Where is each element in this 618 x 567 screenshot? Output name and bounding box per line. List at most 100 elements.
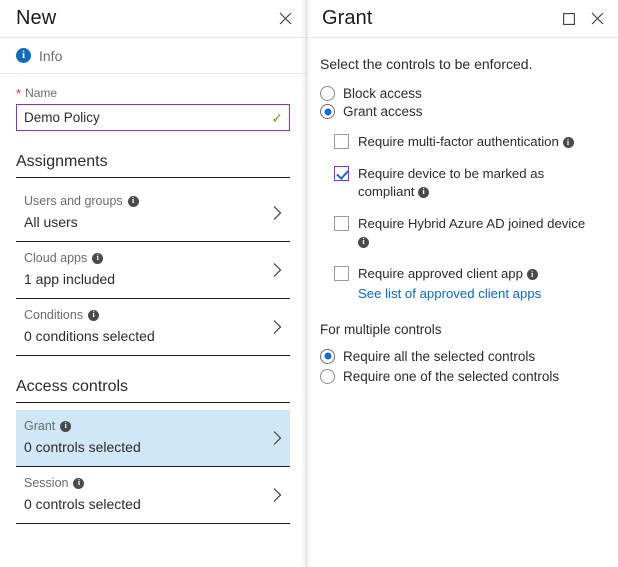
section-title-assignments: Assignments — [16, 153, 290, 178]
valid-check-icon: ✓ — [271, 111, 283, 125]
checkbox-icon — [334, 216, 349, 231]
session-label-text: Session — [24, 475, 68, 492]
session-label: Session i — [24, 475, 260, 492]
multiple-controls-radios: Require all the selected controls Requir… — [320, 349, 604, 384]
close-icon — [279, 12, 292, 25]
cloud-apps-label-text: Cloud apps — [24, 250, 87, 267]
sidebar-item-cloud-apps[interactable]: Cloud apps i 1 app included — [16, 242, 290, 299]
radio-block-access[interactable]: Block access — [320, 86, 604, 101]
access-controls-section: Access controls Grant i 0 controls selec… — [0, 378, 306, 524]
chevron-right-icon — [273, 431, 282, 446]
conditions-value: 0 conditions selected — [24, 327, 260, 345]
name-input[interactable] — [17, 105, 289, 130]
grant-value: 0 controls selected — [24, 438, 260, 456]
close-button[interactable] — [272, 6, 298, 32]
conditions-label-text: Conditions — [24, 307, 83, 324]
checkbox-require-compliant-device-text: Require device to be marked as compliant — [358, 166, 544, 198]
grant-label: Grant i — [24, 418, 260, 435]
approved-client-apps-link[interactable]: See list of approved client apps — [358, 285, 541, 302]
required-asterisk: * — [16, 87, 21, 100]
checkbox-icon — [334, 134, 349, 149]
chevron-right-icon — [273, 488, 282, 503]
radio-require-all-controls-label: Require all the selected controls — [343, 349, 535, 364]
grant-title: Grant — [322, 8, 556, 30]
users-and-groups-value: All users — [24, 213, 260, 231]
info-icon[interactable]: i — [88, 310, 99, 321]
grant-intro-text: Select the controls to be enforced. — [320, 56, 604, 72]
checkbox-require-compliant-device-label: Require device to be marked as compliant… — [358, 165, 590, 200]
checkbox-require-mfa-label: Require multi-factor authentication i — [358, 133, 574, 150]
checkbox-icon — [334, 266, 349, 281]
grant-blade: Grant Select the controls to be enforced… — [306, 0, 618, 567]
checkbox-checked-icon — [334, 166, 349, 181]
radio-icon — [320, 369, 335, 384]
sidebar-item-users-and-groups[interactable]: Users and groups i All users — [16, 185, 290, 242]
sidebar-item-session[interactable]: Session i 0 controls selected — [16, 467, 290, 524]
info-strip[interactable]: i Info — [0, 38, 306, 74]
checkbox-require-hybrid-text: Require Hybrid Azure AD joined device — [358, 216, 585, 231]
conditions-label: Conditions i — [24, 307, 260, 324]
radio-icon — [320, 86, 335, 101]
grant-header: Grant — [306, 0, 618, 38]
radio-require-all-controls[interactable]: Require all the selected controls — [320, 349, 604, 364]
cloud-apps-label: Cloud apps i — [24, 250, 260, 267]
info-icon[interactable]: i — [128, 196, 139, 207]
checkbox-require-compliant-device[interactable]: Require device to be marked as compliant… — [334, 165, 604, 200]
info-icon[interactable]: i — [73, 478, 84, 489]
close-icon — [591, 12, 604, 25]
sidebar-item-conditions[interactable]: Conditions i 0 conditions selected — [16, 299, 290, 356]
name-label-text: Name — [25, 86, 57, 100]
checkbox-require-hybrid-azure-ad-joined-device[interactable]: Require Hybrid Azure AD joined device i — [334, 215, 604, 250]
conditions-text: Conditions i 0 conditions selected — [24, 307, 260, 345]
info-icon[interactable]: i — [418, 187, 429, 198]
assignments-section: Assignments Users and groups i All users… — [0, 153, 306, 356]
radio-block-access-label: Block access — [343, 86, 422, 101]
page-title: New — [16, 8, 272, 30]
maximize-button[interactable] — [556, 6, 582, 32]
grant-controls-list: Require multi-factor authentication i Re… — [320, 133, 604, 302]
users-and-groups-label-text: Users and groups — [24, 193, 123, 210]
conditional-access-window: New i Info * Name ✓ — [0, 0, 618, 567]
cloud-apps-text: Cloud apps i 1 app included — [24, 250, 260, 288]
chevron-right-icon — [273, 206, 282, 221]
new-policy-header-buttons — [272, 6, 298, 32]
chevron-right-icon — [273, 320, 282, 335]
cloud-apps-value: 1 app included — [24, 270, 260, 288]
name-field-label: * Name — [16, 86, 290, 100]
name-input-wrapper: ✓ — [16, 104, 290, 131]
grant-text: Grant i 0 controls selected — [24, 418, 260, 456]
users-and-groups-label: Users and groups i — [24, 193, 260, 210]
grant-body: Select the controls to be enforced. Bloc… — [306, 38, 618, 384]
radio-require-one-control[interactable]: Require one of the selected controls — [320, 369, 604, 384]
checkbox-require-approved-client-app[interactable]: Require approved client app i See list o… — [334, 265, 604, 302]
name-field-block: * Name ✓ — [0, 74, 306, 131]
checkbox-require-mfa-text: Require multi-factor authentication — [358, 134, 559, 149]
users-and-groups-text: Users and groups i All users — [24, 193, 260, 231]
session-value: 0 controls selected — [24, 495, 260, 513]
radio-require-one-control-label: Require one of the selected controls — [343, 369, 559, 384]
new-policy-header: New — [0, 0, 306, 38]
session-text: Session i 0 controls selected — [24, 475, 260, 513]
grant-label-text: Grant — [24, 418, 55, 435]
info-icon[interactable]: i — [527, 269, 538, 280]
sidebar-item-grant[interactable]: Grant i 0 controls selected — [16, 410, 290, 467]
checkbox-require-hybrid-azure-ad-joined-device-label: Require Hybrid Azure AD joined device i — [358, 215, 590, 250]
info-icon[interactable]: i — [92, 253, 103, 264]
info-icon: i — [16, 48, 31, 63]
info-icon[interactable]: i — [563, 137, 574, 148]
radio-selected-icon — [320, 349, 335, 364]
info-icon[interactable]: i — [60, 421, 71, 432]
chevron-right-icon — [273, 263, 282, 278]
radio-grant-access-label: Grant access — [343, 104, 423, 119]
maximize-icon — [563, 13, 575, 25]
radio-selected-icon — [320, 104, 335, 119]
checkbox-require-approved-client-app-label: Require approved client app i See list o… — [358, 265, 541, 302]
checkbox-require-mfa[interactable]: Require multi-factor authentication i — [334, 133, 604, 150]
checkbox-require-approved-client-app-text: Require approved client app — [358, 266, 523, 281]
multiple-controls-title: For multiple controls — [320, 322, 604, 337]
info-icon[interactable]: i — [358, 237, 369, 248]
new-policy-blade: New i Info * Name ✓ — [0, 0, 306, 567]
grant-header-buttons — [556, 6, 610, 32]
close-button[interactable] — [584, 6, 610, 32]
radio-grant-access[interactable]: Grant access — [320, 104, 604, 119]
